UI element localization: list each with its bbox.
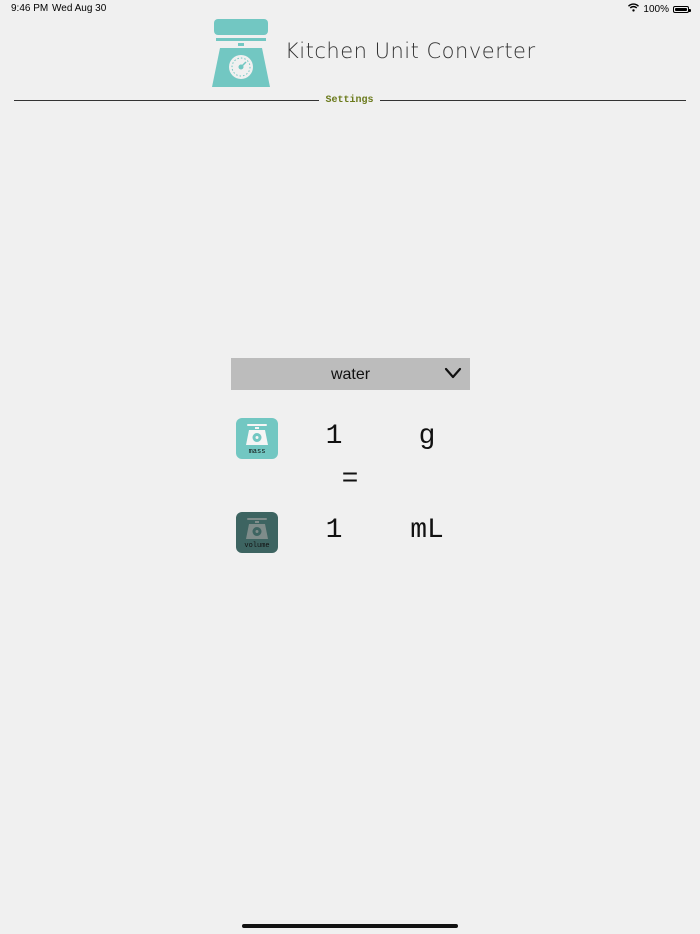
ingredient-select[interactable]: water [231,358,470,390]
status-date: Wed Aug 30 [52,3,107,14]
volume-amount-input[interactable]: 1 [305,515,363,546]
equals-sign: = [341,464,359,495]
volume-icon-scale-graphic [246,518,268,539]
divider-right [380,100,686,101]
app-title: Kitchen Unit Converter [285,39,536,63]
chevron-down-icon [444,367,462,379]
kitchen-scale-icon [210,18,272,90]
mass-amount-input[interactable]: 1 [305,421,363,452]
mass-unit-selector[interactable]: g [393,421,461,452]
battery-icon [673,5,691,13]
ingredient-value: water [330,366,371,383]
wifi-icon [628,3,640,15]
mass-icon-scale-graphic [246,424,268,445]
mass-scale-icon[interactable]: mass [236,418,278,459]
volume-scale-icon[interactable]: volume [236,512,278,553]
status-time: 9:46 PM [11,3,49,14]
volume-icon-label: volume [244,542,270,550]
battery-percentage: 100% [643,3,669,15]
mass-icon-label: mass [248,448,266,456]
status-bar: 9:46 PM Wed Aug 30 100% [0,0,700,18]
status-right: 100% [628,3,691,15]
home-indicator [242,924,458,928]
settings-link[interactable]: Settings [322,95,377,106]
battery-level [675,7,687,11]
divider-left [14,100,319,101]
volume-unit-selector[interactable]: mL [393,515,461,546]
